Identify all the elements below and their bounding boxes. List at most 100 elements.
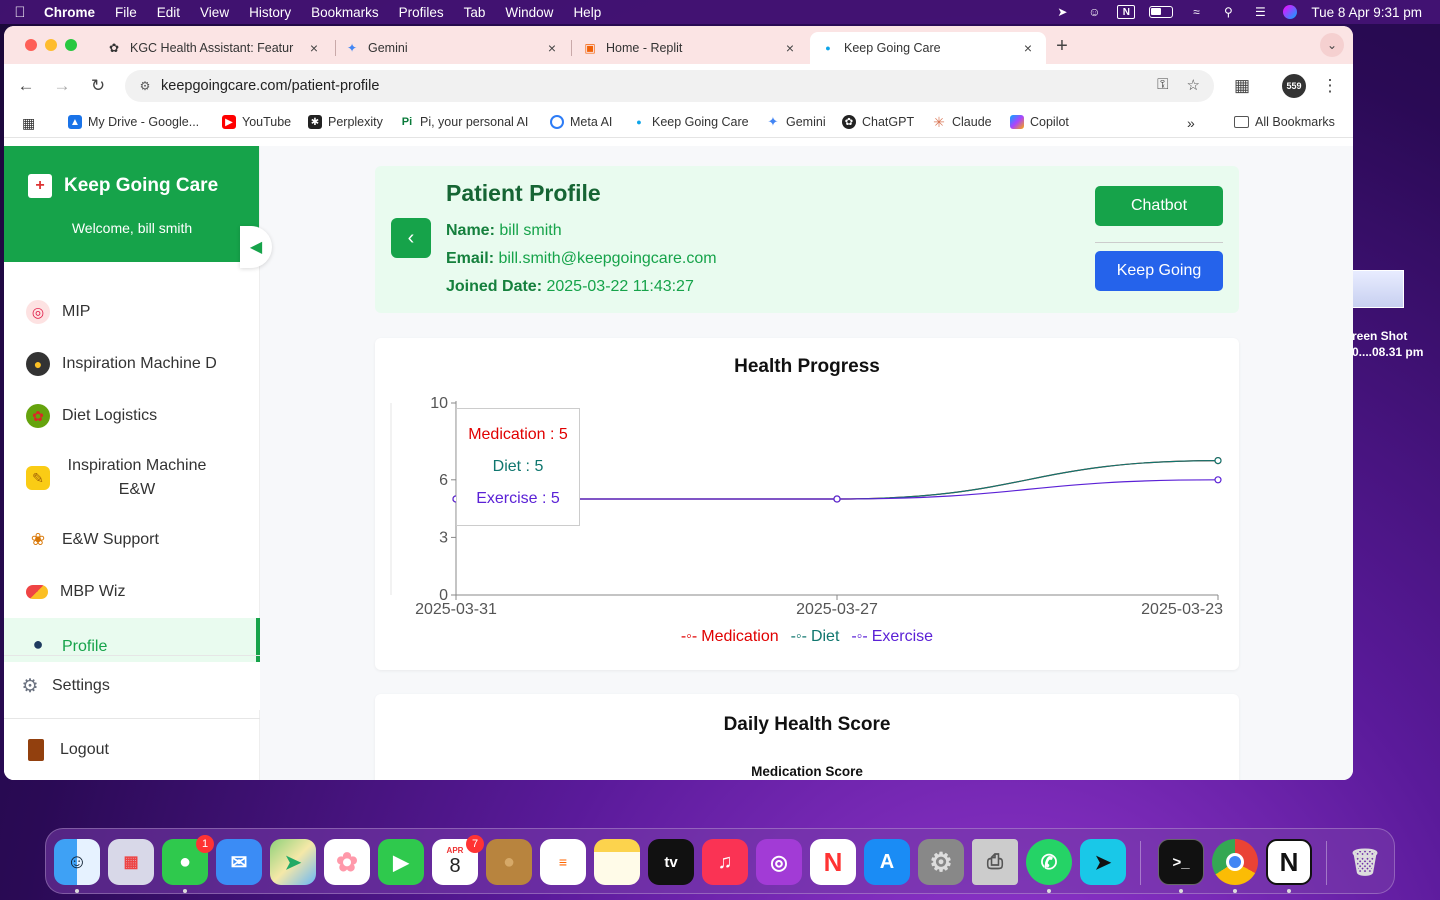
extension-badge-icon[interactable]: 559 bbox=[1282, 74, 1306, 98]
bookmark-chatgpt[interactable]: ✿ ChatGPT bbox=[842, 115, 914, 129]
control-center-icon[interactable]: ☰ bbox=[1251, 5, 1269, 19]
facetime-icon[interactable]: ▶ bbox=[378, 839, 424, 885]
trash-icon[interactable]: 🗑 bbox=[1342, 839, 1388, 885]
maximize-window-button[interactable] bbox=[65, 39, 77, 51]
menu-clock[interactable]: Tue 8 Apr 9:31 pm bbox=[1311, 5, 1422, 20]
bookmark-perplexity[interactable]: ✱ Perplexity bbox=[308, 115, 383, 129]
legend-medication[interactable]: -◦- Medication bbox=[681, 628, 779, 646]
calendar-icon[interactable]: APR 8 7 bbox=[432, 835, 484, 885]
apple-icon[interactable]:  bbox=[0, 4, 40, 21]
more-bookmarks-chevron-icon[interactable]: » bbox=[1187, 115, 1195, 131]
sidebar-item-settings[interactable]: ⚙ Settings bbox=[4, 662, 260, 710]
address-url[interactable]: keepgoingcare.com/patient-profile bbox=[161, 78, 379, 94]
finder-icon[interactable]: ☺ bbox=[54, 839, 100, 885]
reload-icon[interactable]: ↻ bbox=[86, 74, 110, 98]
wifi-icon[interactable]: ≈ bbox=[1187, 5, 1205, 19]
close-tab-icon[interactable]: × bbox=[544, 40, 560, 56]
sidebar-item-diet-logistics[interactable]: ✿ Diet Logistics bbox=[4, 392, 260, 440]
menu-tab[interactable]: Tab bbox=[454, 5, 496, 20]
app-store-icon[interactable]: A bbox=[864, 839, 910, 885]
contacts-icon[interactable]: ● bbox=[486, 839, 532, 885]
bookmark-gemini[interactable]: ✦ Gemini bbox=[766, 114, 826, 129]
messages-icon[interactable]: ● 1 bbox=[162, 835, 214, 885]
close-tab-icon[interactable]: × bbox=[782, 40, 798, 56]
reminders-icon[interactable]: ≡ bbox=[540, 839, 586, 885]
address-bar[interactable]: ⚙ keepgoingcare.com/patient-profile ⚿ ☆ bbox=[125, 70, 1214, 102]
bookmark-meta-ai[interactable]: Meta AI bbox=[550, 115, 612, 129]
menu-view[interactable]: View bbox=[190, 5, 239, 20]
medication-score-subtitle: Medication Score bbox=[751, 764, 863, 779]
notes-icon[interactable] bbox=[594, 839, 640, 885]
new-tab-icon[interactable]: + bbox=[1050, 34, 1074, 58]
system-settings-icon[interactable]: ⚙ bbox=[918, 839, 964, 885]
chrome-menu-icon[interactable]: ⋮ bbox=[1318, 74, 1342, 98]
forward-arrow-icon[interactable]: → bbox=[50, 74, 74, 98]
menu-window[interactable]: Window bbox=[495, 5, 563, 20]
chatbot-button[interactable]: Chatbot bbox=[1095, 186, 1223, 226]
back-button[interactable]: ‹ bbox=[391, 218, 431, 258]
close-tab-icon[interactable]: × bbox=[306, 40, 322, 56]
collapse-sidebar-button[interactable]: ◀ bbox=[240, 226, 272, 268]
tab-keep-going-care[interactable]: ● Keep Going Care × bbox=[810, 32, 1046, 64]
menu-app-name[interactable]: Chrome bbox=[40, 5, 105, 20]
siri-icon[interactable] bbox=[1283, 5, 1298, 19]
whatsapp-icon[interactable]: ✆ bbox=[1026, 839, 1072, 885]
notion-status-icon[interactable]: N bbox=[1117, 5, 1136, 19]
legend-diet[interactable]: -◦- Diet bbox=[791, 628, 840, 646]
minimize-window-button[interactable] bbox=[45, 39, 57, 51]
sidebar-item-inspiration-machine-d[interactable]: ● Inspiration Machine D bbox=[4, 340, 260, 388]
sidebar-item-mbp-wiz[interactable]: MBP Wiz bbox=[4, 568, 260, 616]
battery-icon[interactable] bbox=[1149, 6, 1174, 18]
tab-search-chevron-icon[interactable]: ⌄ bbox=[1320, 33, 1344, 57]
menu-help[interactable]: Help bbox=[563, 5, 611, 20]
bookmark-youtube[interactable]: ▶ YouTube bbox=[222, 115, 291, 129]
menu-file[interactable]: File bbox=[105, 5, 147, 20]
back-arrow-icon[interactable]: ← bbox=[14, 74, 38, 98]
sidebar-item-inspiration-machine-ew[interactable]: ✎ Inspiration Machine E&W bbox=[4, 446, 260, 510]
menu-profiles[interactable]: Profiles bbox=[389, 5, 454, 20]
spotlight-search-icon[interactable]: ⚲ bbox=[1219, 5, 1237, 19]
news-icon[interactable]: N bbox=[810, 839, 856, 885]
notion-icon[interactable]: N bbox=[1266, 839, 1312, 885]
bookmark-keep-going-care[interactable]: ● Keep Going Care bbox=[632, 115, 748, 129]
close-tab-icon[interactable]: × bbox=[1020, 40, 1036, 56]
perplexity-status-icon[interactable]: ➤ bbox=[1053, 5, 1071, 19]
chrome-icon[interactable] bbox=[1212, 839, 1258, 885]
keep-going-button[interactable]: Keep Going bbox=[1095, 251, 1223, 291]
perplexity-icon[interactable]: ➤ bbox=[1080, 839, 1126, 885]
site-info-icon[interactable]: ⚙ bbox=[129, 79, 161, 93]
tab-kgc-health-assistant[interactable]: ✿ KGC Health Assistant: Featur × bbox=[96, 32, 332, 64]
apps-grid-icon[interactable]: ▦ bbox=[22, 115, 35, 132]
printer-icon[interactable]: ⎙ bbox=[972, 839, 1018, 885]
photos-icon[interactable]: ✿ bbox=[324, 839, 370, 885]
launchpad-icon[interactable]: ▦ bbox=[108, 839, 154, 885]
maps-icon[interactable]: ➤ bbox=[270, 839, 316, 885]
menu-bookmarks[interactable]: Bookmarks bbox=[301, 5, 389, 20]
bookmark-copilot[interactable]: Copilot bbox=[1010, 115, 1069, 129]
sidebar-item-ew-support[interactable]: ❀ E&W Support bbox=[4, 516, 260, 564]
accessibility-status-icon[interactable]: ☺ bbox=[1085, 5, 1103, 19]
bookmark-pi[interactable]: Pi Pi, your personal AI bbox=[400, 115, 529, 129]
mail-icon[interactable]: ✉ bbox=[216, 839, 262, 885]
music-icon[interactable]: ♫ bbox=[702, 839, 748, 885]
all-bookmarks-folder[interactable]: All Bookmarks bbox=[1234, 115, 1335, 129]
terminal-icon[interactable]: >_ bbox=[1158, 839, 1204, 885]
tab-replit[interactable]: ▣ Home - Replit × bbox=[572, 32, 808, 64]
menu-edit[interactable]: Edit bbox=[147, 5, 190, 20]
desktop-screenshot-file[interactable]: reen Shot 0....08.31 pm bbox=[1352, 270, 1440, 360]
podcasts-icon[interactable]: ◎ bbox=[756, 839, 802, 885]
apple-tv-icon[interactable]: tv bbox=[648, 839, 694, 885]
sidebar-item-logout[interactable]: Logout bbox=[4, 726, 260, 774]
menu-history[interactable]: History bbox=[239, 5, 301, 20]
sidebar-item-mip[interactable]: ◎ MIP bbox=[4, 288, 260, 336]
close-window-button[interactable] bbox=[25, 39, 37, 51]
bookmark-my-drive[interactable]: ▲ My Drive - Google... bbox=[68, 115, 199, 129]
bookmark-claude[interactable]: ✳ Claude bbox=[932, 114, 992, 130]
legend-label: Diet bbox=[810, 628, 840, 645]
email-value: bill.smith@keepgoingcare.com bbox=[498, 250, 717, 267]
legend-exercise[interactable]: -◦- Exercise bbox=[851, 628, 933, 646]
bookmark-star-icon[interactable]: ☆ bbox=[1187, 76, 1200, 94]
tab-gemini[interactable]: ✦ Gemini × bbox=[334, 32, 570, 64]
extensions-puzzle-icon[interactable]: ▦ bbox=[1230, 74, 1254, 98]
password-key-icon[interactable]: ⚿ bbox=[1157, 76, 1168, 94]
